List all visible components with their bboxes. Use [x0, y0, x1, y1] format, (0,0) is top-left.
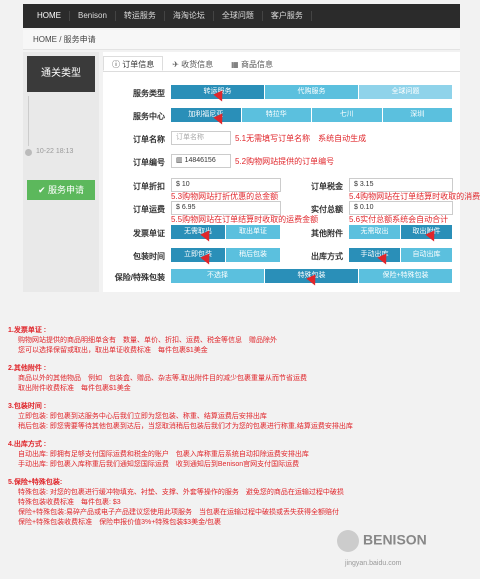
top-navbar: HOME Benison 转运服务 海淘论坛 全球问题 客户服务: [23, 4, 460, 28]
outbound-select[interactable]: 手动出库 自动出库: [349, 248, 453, 262]
nav-benison[interactable]: Benison: [70, 11, 116, 21]
timeline-time: 10-22 18:13: [36, 148, 74, 155]
freight-value: 6.95: [181, 204, 196, 211]
outbound-option[interactable]: 手动出库: [349, 248, 401, 262]
tab-receiver-label: 收货信息: [181, 60, 214, 69]
note-block: 1.发票单证 : 购物网站提供的商品明细单含有 数量、单价、折扣、运费、税金等信…: [8, 326, 468, 356]
service-type-option[interactable]: 全球问题: [359, 85, 453, 99]
annotation-5-1: 5.1无需填写订单名称 系统自动生成: [235, 134, 367, 143]
note-line: 商品以外的其他物品 例如 包装盒、赠品、杂志等,取出附件目的减少包裹重量从而节省…: [18, 375, 307, 382]
label-pack-time: 包装时间: [133, 252, 165, 261]
note-line: 特殊包装收费标准 每件包裹: $3: [18, 499, 121, 506]
tab-goods[interactable]: ▦ 商品信息: [222, 56, 282, 71]
label-service-center: 服务中心: [133, 112, 165, 121]
label-outbound: 出库方式: [311, 252, 343, 261]
label-freight: 订单运费: [133, 205, 165, 214]
sign-option[interactable]: 无需取出: [171, 225, 226, 239]
tab-receiver[interactable]: ✈ 收货信息: [163, 56, 222, 71]
freight-input[interactable]: $ 6.95: [171, 201, 281, 215]
service-center-option[interactable]: 深圳: [382, 108, 453, 122]
note-title: 1.发票单证 :: [8, 327, 47, 334]
note-title: 2.其他附件 :: [8, 365, 47, 372]
note-title: 3.包装时间 :: [8, 403, 47, 410]
tab-order[interactable]: ⓘ 订单信息: [103, 56, 164, 71]
label-insurance: 保险/特殊包装: [114, 273, 165, 282]
note-line: 取出附件收费标准 每件包裹$1美金: [18, 385, 131, 392]
timeline-line: [28, 96, 29, 146]
nav-transfer[interactable]: 转运服务: [116, 11, 165, 21]
annotation-5-5: 5.5购物网站在订单结算时收取的运费金额: [171, 215, 319, 224]
note-block: 3.包装时间 : 立即包装: 即包裹到达服务中心后我们立即为您包装、称重、结算运…: [8, 402, 468, 432]
service-center-select[interactable]: 加利福尼亚 特拉华 七川 深圳: [171, 108, 453, 122]
total-value: 0.10: [359, 204, 374, 211]
note-title: 5.保险+特殊包装:: [8, 479, 63, 486]
nav-home[interactable]: HOME: [29, 11, 70, 21]
label-attach: 其他附件: [311, 229, 343, 238]
benison-logo: BENISON: [337, 530, 477, 556]
discount-value: 10: [181, 181, 190, 188]
tax-input[interactable]: $ 3.15: [349, 178, 453, 192]
note-line: 保险+特殊包装:易碎产品或电子产品建议您使用此项服务 当包裹在运输过程中破损或丢…: [18, 509, 340, 516]
apply-button[interactable]: ✔ 服务申请: [27, 180, 95, 200]
notes-section: 1.发票单证 : 购物网站提供的商品明细单含有 数量、单价、折扣、运费、税金等信…: [8, 326, 468, 536]
sidebar: 通关类型 10-22 18:13 ✔ 服务申请: [23, 52, 99, 292]
breadcrumb: HOME / 服务申请: [23, 30, 460, 50]
annotation-5-6: 5.6实付总额系统会自动合计: [349, 215, 449, 224]
note-line: 稍后包装: 即您需要等待其他包裹到达后，当您取消稍后包装后我们才为您的包裹进行称…: [18, 423, 353, 430]
pack-option[interactable]: 立即包装: [171, 248, 226, 262]
order-no-value: 14846156: [184, 157, 216, 164]
note-block: 4.出库方式 : 自动出库: 即拥有足够支付国际运费和税金的账户 包裹入库称重后…: [8, 440, 468, 470]
annotation-5-2: 5.2购物网站提供的订单编号: [235, 157, 335, 166]
logo-text: BENISON: [363, 531, 427, 548]
service-type-option[interactable]: 代购服务: [265, 85, 359, 99]
insure-option[interactable]: 保险+特殊包装: [359, 269, 453, 283]
note-title: 4.出库方式 :: [8, 441, 47, 448]
note-block: 2.其他附件 : 商品以外的其他物品 例如 包装盒、赠品、杂志等,取出附件目的减…: [8, 364, 468, 394]
note-line: 保险+特殊包装收费标准 保险申报价值3%+特殊包装$3美金/包裹: [18, 519, 222, 526]
attach-option[interactable]: 无需取出: [349, 225, 401, 239]
logo-mark-icon: [337, 530, 359, 552]
apply-label: 服务申请: [48, 185, 85, 195]
label-sign: 发票单证: [133, 229, 165, 238]
label-order-name: 订单名称: [133, 135, 165, 144]
order-name-input[interactable]: 订单名称: [171, 131, 231, 145]
label-service-type: 服务类型: [133, 89, 165, 98]
sign-option[interactable]: 取出单证: [226, 225, 281, 239]
tax-value: 3.15: [359, 181, 374, 188]
main-panel: ⓘ 订单信息 ✈ 收货信息 ▦ 商品信息 服务类型 转运服务 代购服务 全球问题…: [103, 52, 480, 292]
total-input[interactable]: $ 0.10: [349, 201, 453, 215]
note-block: 5.保险+特殊包装: 特殊包装: 对您的包裹进行缓冲物填充、衬垫、支撑、外套等操…: [8, 478, 468, 528]
order-name-placeholder: 订单名称: [176, 134, 204, 141]
outbound-option[interactable]: 自动出库: [401, 248, 453, 262]
watermark: jingyan.baidu.com: [345, 560, 402, 567]
note-line: 您可以选择保留或取出，取出单证收费标准 每件包裹$1美金: [18, 347, 208, 354]
tab-goods-label: 商品信息: [240, 60, 273, 69]
nav-service[interactable]: 客户服务: [263, 11, 312, 21]
nav-global[interactable]: 全球问题: [214, 11, 263, 21]
note-line: 特殊包装: 对您的包裹进行缓冲物填充、衬垫、支撑、外套等操作的服务 避免您的商品…: [18, 489, 344, 496]
sign-select[interactable]: 无需取出 取出单证: [171, 225, 281, 239]
service-center-option[interactable]: 七川: [312, 108, 383, 122]
tab-bar: ⓘ 订单信息 ✈ 收货信息 ▦ 商品信息: [103, 56, 460, 72]
label-discount: 订单折扣: [133, 182, 165, 191]
timeline-dot: [25, 149, 32, 156]
note-line: 购物网站提供的商品明细单含有 数量、单价、折扣、运费、税金等信息 赠品除外: [18, 337, 277, 344]
service-center-option[interactable]: 加利福尼亚: [171, 108, 242, 122]
label-order-no: 订单编号: [133, 158, 165, 167]
pack-time-select[interactable]: 立即包装 稍后包装: [171, 248, 281, 262]
note-line: 自动出库: 即拥有足够支付国际运费和税金的账户 包裹入库称重后系统自动扣除运费安…: [18, 451, 309, 458]
nav-forum[interactable]: 海淘论坛: [165, 11, 214, 21]
discount-input[interactable]: $ 10: [171, 178, 281, 192]
label-tax: 订单税金: [311, 182, 343, 191]
order-no-input[interactable]: ▥ 14846156: [171, 154, 231, 168]
insure-option[interactable]: 不选择: [171, 269, 265, 283]
note-line: 立即包装: 即包裹到达服务中心后我们立即为您包装、称重、结算运费后安排出库: [18, 413, 267, 420]
service-type-select[interactable]: 转运服务 代购服务 全球问题: [171, 85, 453, 99]
note-line: 手动出库: 即包裹入库称重后我们通知您国际运费 收到通知后到Benison官网支…: [18, 461, 300, 468]
tab-order-label: 订单信息: [122, 60, 155, 69]
sidebar-title: 通关类型: [27, 56, 95, 92]
service-center-option[interactable]: 特拉华: [241, 108, 312, 122]
pack-option[interactable]: 稍后包装: [226, 248, 281, 262]
